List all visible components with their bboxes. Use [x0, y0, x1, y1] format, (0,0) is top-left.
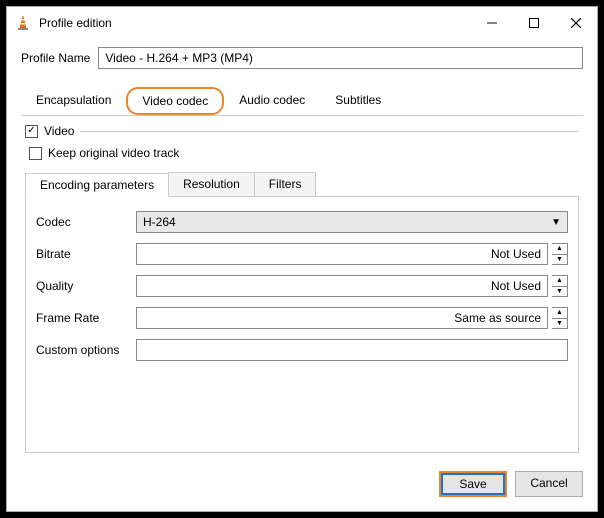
bitrate-label: Bitrate [36, 247, 132, 261]
spinner-up-icon[interactable]: ▲ [552, 244, 567, 255]
spinner-down-icon[interactable]: ▼ [552, 287, 567, 297]
video-label: Video [44, 124, 74, 138]
keep-original-label: Keep original video track [48, 146, 179, 160]
main-tabs: Encapsulation Video codec Audio codec Su… [21, 87, 583, 116]
tab-audio-codec[interactable]: Audio codec [224, 87, 320, 115]
framerate-value: Same as source [454, 311, 541, 325]
spinner-up-icon[interactable]: ▲ [552, 276, 567, 287]
keep-original-checkbox[interactable] [29, 147, 42, 160]
tab-video-codec[interactable]: Video codec [126, 87, 224, 115]
subtab-resolution[interactable]: Resolution [168, 172, 255, 196]
profile-edition-window: Profile edition Profile Name Encapsulati… [6, 6, 598, 512]
tab-subtitles[interactable]: Subtitles [320, 87, 396, 115]
subtab-filters[interactable]: Filters [254, 172, 317, 196]
close-button[interactable] [555, 7, 597, 39]
sub-tabs: Encoding parameters Resolution Filters [25, 172, 579, 196]
window-buttons [471, 7, 597, 39]
quality-value: Not Used [491, 279, 541, 293]
custom-options-row: Custom options [36, 339, 568, 361]
custom-options-input[interactable] [136, 339, 568, 361]
maximize-button[interactable] [513, 7, 555, 39]
bitrate-input[interactable]: Not Used [136, 243, 548, 265]
minimize-button[interactable] [471, 7, 513, 39]
framerate-row: Frame Rate Same as source ▲ ▼ [36, 307, 568, 329]
spinner-down-icon[interactable]: ▼ [552, 319, 567, 329]
vlc-cone-icon [15, 15, 31, 31]
spinner-up-icon[interactable]: ▲ [552, 308, 567, 319]
titlebar: Profile edition [7, 7, 597, 39]
window-title: Profile edition [39, 16, 471, 30]
framerate-input[interactable]: Same as source [136, 307, 548, 329]
spinner-down-icon[interactable]: ▼ [552, 255, 567, 265]
quality-row: Quality Not Used ▲ ▼ [36, 275, 568, 297]
content-area: Profile Name Encapsulation Video codec A… [7, 39, 597, 461]
keep-original-row: Keep original video track [25, 144, 579, 162]
framerate-label: Frame Rate [36, 311, 132, 325]
chevron-down-icon: ▼ [551, 217, 561, 228]
quality-input[interactable]: Not Used [136, 275, 548, 297]
codec-value: H-264 [143, 215, 176, 229]
cancel-button[interactable]: Cancel [515, 471, 583, 497]
tab-body: Video Keep original video track Encoding… [21, 116, 583, 457]
codec-row: Codec H-264 ▼ [36, 211, 568, 233]
tab-encapsulation[interactable]: Encapsulation [21, 87, 126, 115]
custom-options-label: Custom options [36, 343, 132, 357]
subtab-encoding[interactable]: Encoding parameters [25, 173, 169, 197]
profile-name-row: Profile Name [21, 47, 583, 69]
footer-buttons: Save Cancel [7, 461, 597, 511]
save-button[interactable]: Save [439, 471, 507, 497]
quality-label: Quality [36, 279, 132, 293]
divider [80, 131, 579, 132]
quality-spinner[interactable]: ▲ ▼ [552, 275, 568, 297]
codec-label: Codec [36, 215, 132, 229]
video-fieldset: Video [25, 124, 579, 138]
bitrate-spinner[interactable]: ▲ ▼ [552, 243, 568, 265]
bitrate-row: Bitrate Not Used ▲ ▼ [36, 243, 568, 265]
framerate-spinner[interactable]: ▲ ▼ [552, 307, 568, 329]
encoding-panel: Codec H-264 ▼ Bitrate Not Used ▲ ▼ [25, 196, 579, 453]
video-checkbox[interactable] [25, 125, 38, 138]
profile-name-label: Profile Name [21, 51, 90, 65]
codec-select[interactable]: H-264 ▼ [136, 211, 568, 233]
profile-name-input[interactable] [98, 47, 583, 69]
bitrate-value: Not Used [491, 247, 541, 261]
